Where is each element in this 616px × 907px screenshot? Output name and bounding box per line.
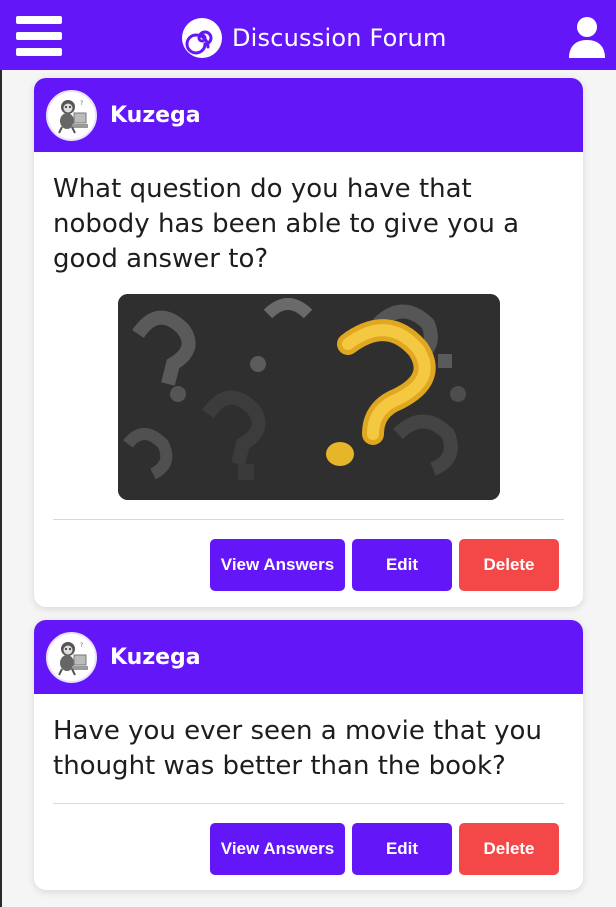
post-body: Have you ever seen a movie that you thou… xyxy=(34,694,583,890)
hamburger-menu-icon[interactable] xyxy=(16,16,62,56)
brand-title: Discussion Forum xyxy=(232,24,447,52)
question-text: Have you ever seen a movie that you thou… xyxy=(53,716,542,781)
post-body: What question do you have that nobody ha… xyxy=(34,152,583,607)
delete-button[interactable]: Delete xyxy=(459,539,559,591)
avatar[interactable]: ? xyxy=(46,89,97,141)
avatar[interactable]: ? xyxy=(46,631,97,683)
svg-text:?: ? xyxy=(80,100,83,107)
post-actions: View Answers Edit Delete xyxy=(53,520,564,607)
post-actions: View Answers Edit Delete xyxy=(53,804,564,890)
view-answers-button[interactable]: View Answers xyxy=(210,539,345,591)
top-navbar: Discussion Forum xyxy=(0,0,616,70)
post-header: ? Kuzega xyxy=(34,78,583,152)
post-card: ? Kuzega Have you ever seen a movie that… xyxy=(34,620,583,890)
edit-button[interactable]: Edit xyxy=(352,823,452,875)
view-answers-button[interactable]: View Answers xyxy=(210,823,345,875)
svg-text:?: ? xyxy=(80,642,83,649)
question-marks-image xyxy=(117,294,500,500)
edit-button[interactable]: Edit xyxy=(352,539,452,591)
monkey-avatar-icon: ? xyxy=(57,642,88,676)
user-profile-icon[interactable] xyxy=(568,16,606,58)
window-edge xyxy=(0,70,2,907)
brand[interactable]: Discussion Forum xyxy=(181,17,447,59)
monkey-avatar-icon: ? xyxy=(57,100,88,134)
username[interactable]: Kuzega xyxy=(110,103,201,128)
spiral-logo-icon xyxy=(182,18,222,58)
post-header: ? Kuzega xyxy=(34,620,583,694)
question-text: What question do you have that nobody ha… xyxy=(53,174,520,274)
username[interactable]: Kuzega xyxy=(110,645,201,670)
post-card: ? Kuzega What question do you have that … xyxy=(34,78,583,607)
delete-button[interactable]: Delete xyxy=(459,823,559,875)
